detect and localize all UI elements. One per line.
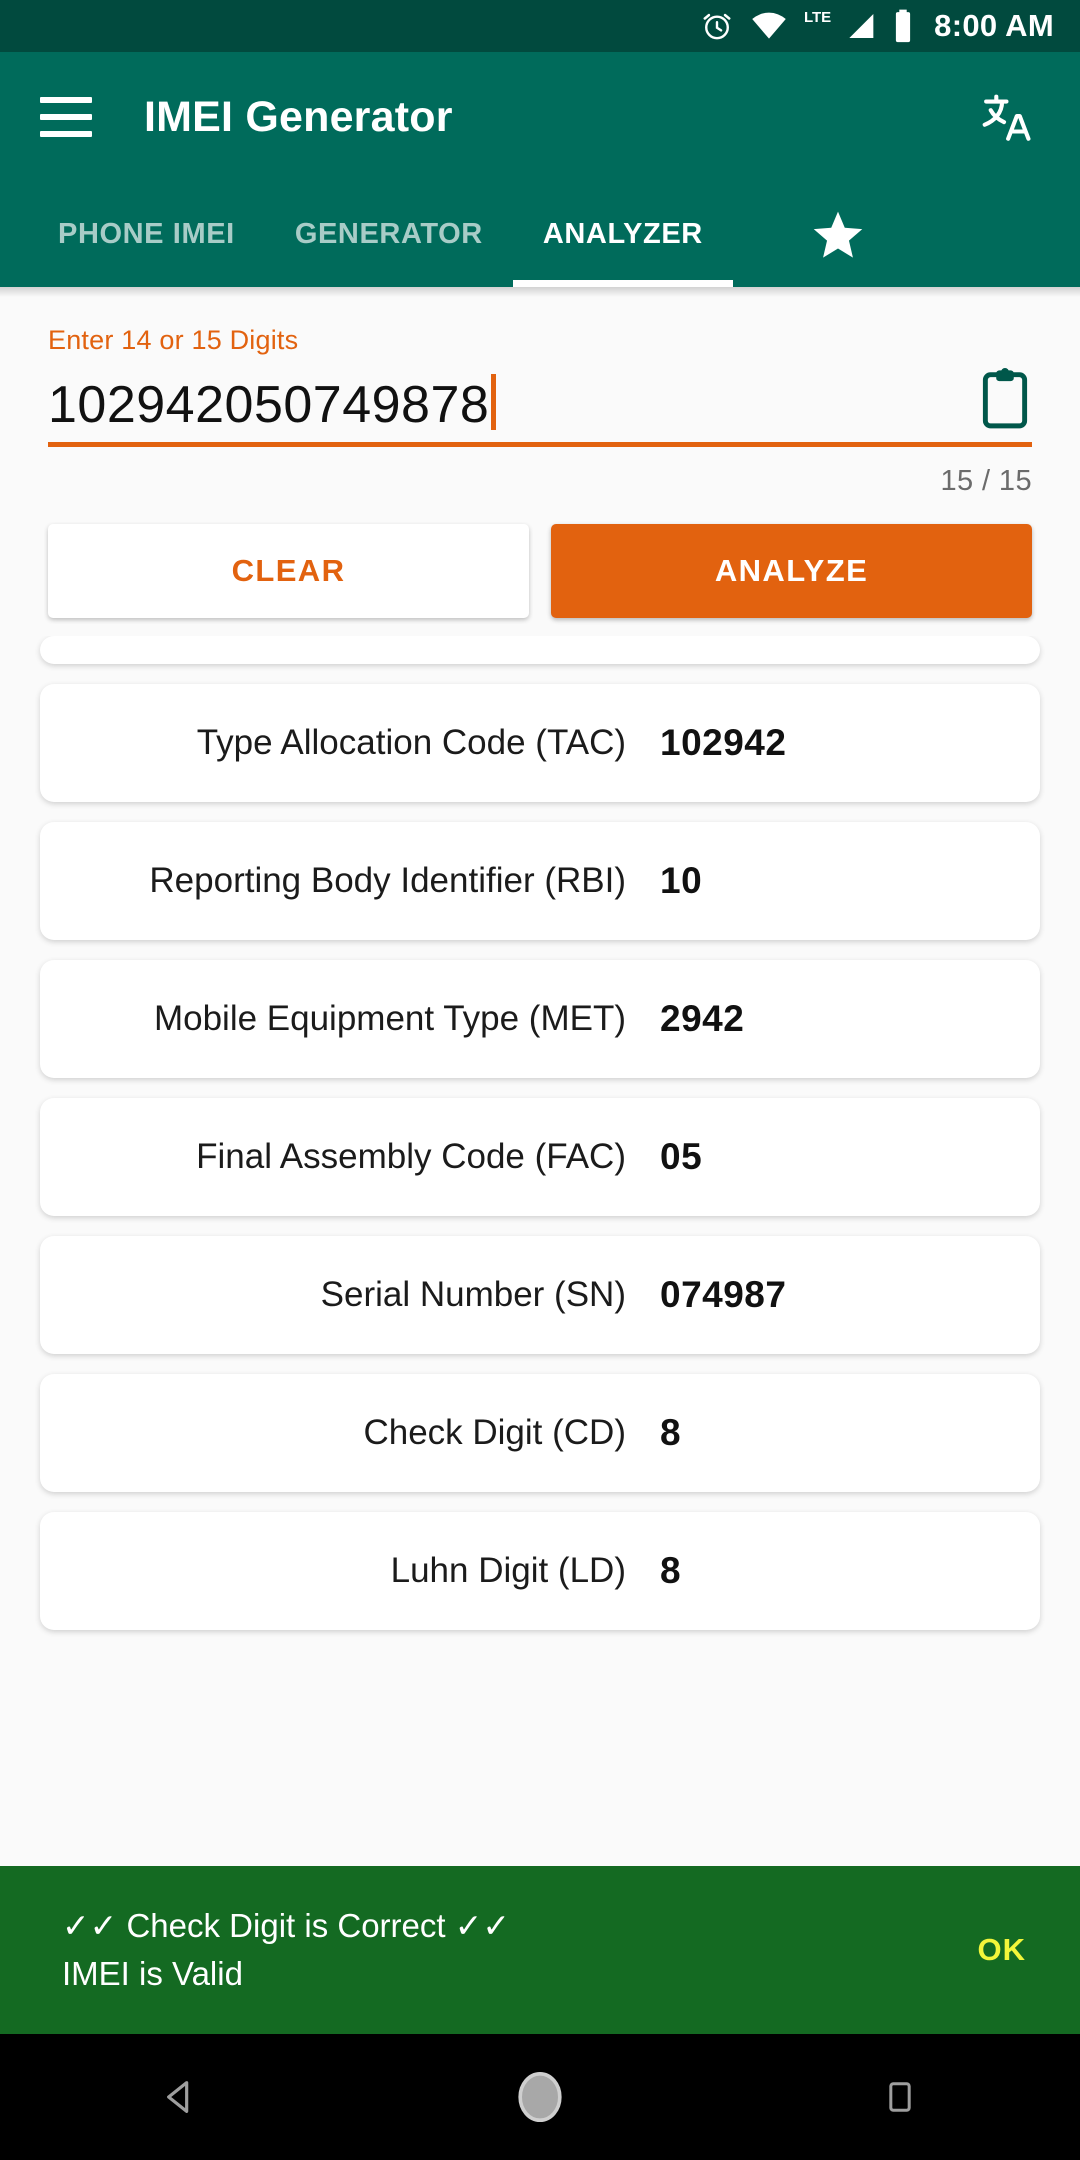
lte-signal-icon — [844, 11, 876, 41]
result-label: Final Assembly Code (FAC) — [196, 1137, 626, 1176]
result-label: Type Allocation Code (TAC) — [196, 723, 626, 762]
text-caret — [491, 373, 497, 430]
recents-square-icon[interactable] — [825, 2034, 975, 2160]
table-row[interactable]: Serial Number (SN) 074987 — [40, 1236, 1040, 1354]
result-value: 10 — [660, 860, 703, 901]
tab-analyzer-label: ANALYZER — [542, 218, 703, 250]
result-value: 8 — [660, 1412, 682, 1453]
result-label: Check Digit (CD) — [363, 1413, 626, 1452]
snackbar-message: ✓✓ Check Digit is Correct ✓✓ IMEI is Val… — [62, 1907, 511, 1992]
alarm-icon — [700, 9, 734, 43]
action-button-row: CLEAR ANALYZE — [0, 498, 1080, 618]
imei-input-value: 102942050749878 — [48, 375, 490, 434]
result-value: 2942 — [660, 998, 745, 1039]
status-bar: LTE 8:00 AM — [0, 0, 1080, 52]
table-row[interactable]: Mobile Equipment Type (MET) 2942 — [40, 960, 1040, 1078]
table-row[interactable]: Final Assembly Code (FAC) 05 — [40, 1098, 1040, 1216]
result-label: Mobile Equipment Type (MET) — [153, 999, 626, 1038]
result-label: Luhn Digit (LD) — [390, 1551, 626, 1590]
table-row[interactable]: Luhn Digit (LD) 8 — [40, 1512, 1040, 1630]
status-snackbar: ✓✓ Check Digit is Correct ✓✓ IMEI is Val… — [0, 1866, 1080, 2034]
page-title: IMEI Generator — [144, 92, 453, 141]
result-value: 05 — [660, 1136, 703, 1177]
analyze-button[interactable]: ANALYZE — [551, 524, 1032, 618]
star-icon[interactable] — [763, 182, 913, 287]
app-bar: IMEI Generator — [0, 52, 1080, 182]
tab-generator[interactable]: GENERATOR — [265, 182, 513, 287]
snackbar-ok-button[interactable]: OK — [948, 1932, 1027, 1968]
imei-input-row[interactable]: 102942050749878 — [48, 368, 1032, 447]
result-label: Reporting Body Identifier (RBI) — [149, 861, 626, 900]
back-triangle-icon[interactable] — [105, 2034, 255, 2160]
home-circle-icon[interactable] — [465, 2034, 615, 2160]
translate-icon[interactable] — [976, 88, 1034, 146]
result-value: 8 — [660, 1550, 682, 1591]
content-top-shadow — [0, 287, 1080, 297]
tab-phone-imei[interactable]: PHONE IMEI — [28, 182, 265, 287]
result-value: 102942 — [660, 722, 787, 763]
clear-button[interactable]: CLEAR — [48, 524, 529, 618]
status-bar-clock: 8:00 AM — [934, 8, 1054, 43]
table-row[interactable]: Reporting Body Identifier (RBI) 10 — [40, 822, 1040, 940]
tab-bar: PHONE IMEI GENERATOR ANALYZER — [0, 182, 1080, 287]
lte-label: LTE — [803, 8, 832, 26]
content-area: Enter 14 or 15 Digits 102942050749878 15… — [0, 287, 1080, 2034]
analysis-results-list[interactable]: Type Allocation Code (TAC) 102942 Report… — [0, 636, 1080, 1866]
search-input[interactable]: 102942050749878 — [48, 373, 497, 434]
result-label: Serial Number (SN) — [320, 1275, 626, 1314]
hamburger-menu-icon[interactable] — [40, 93, 96, 141]
result-value: 074987 — [660, 1274, 787, 1315]
tab-analyzer[interactable]: ANALYZER — [512, 182, 733, 287]
imei-input-label: Enter 14 or 15 Digits — [48, 325, 299, 355]
table-row[interactable]: Type Allocation Code (TAC) 102942 — [40, 684, 1040, 802]
tab-generator-label: GENERATOR — [294, 218, 483, 250]
wifi-icon — [750, 11, 788, 41]
android-nav-bar — [0, 2034, 1080, 2160]
result-card-partial — [40, 636, 1040, 664]
imei-input-section: Enter 14 or 15 Digits 102942050749878 15… — [0, 297, 1080, 498]
phone-screen: LTE 8:00 AM IMEI Generator PHONE IMEI GE… — [0, 0, 1080, 2160]
status-bar-icons: LTE — [700, 9, 914, 43]
clipboard-paste-icon[interactable] — [978, 368, 1032, 430]
table-row[interactable]: Check Digit (CD) 8 — [40, 1374, 1040, 1492]
battery-icon — [892, 9, 914, 43]
character-counter: 15 / 15 — [940, 465, 1032, 497]
tab-phone-imei-label: PHONE IMEI — [58, 218, 235, 250]
